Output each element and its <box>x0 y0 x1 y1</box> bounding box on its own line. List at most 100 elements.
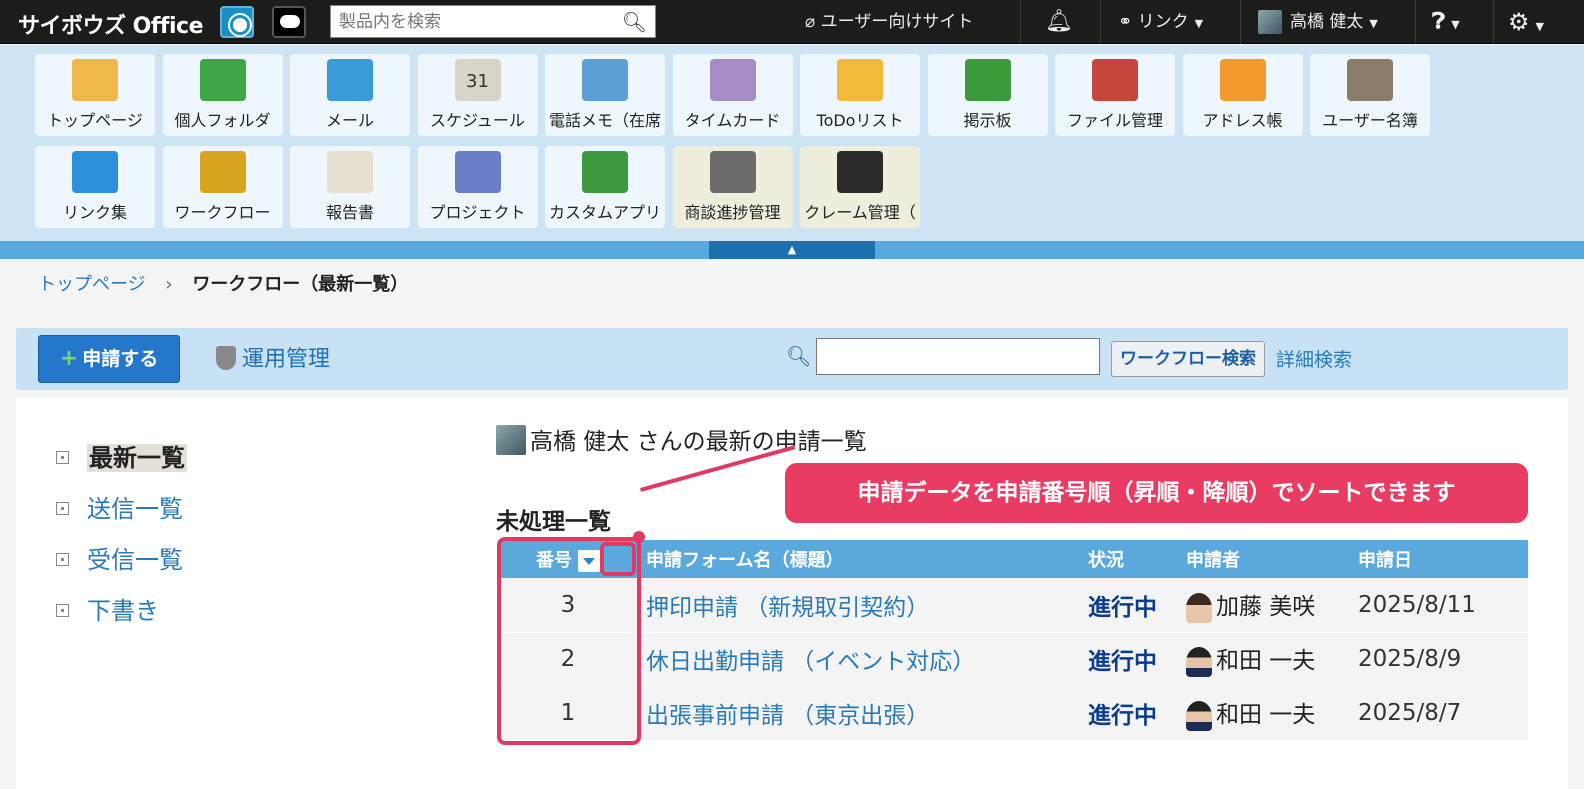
link-menu-label: リンク <box>1137 12 1189 32</box>
apply-button[interactable]: + 申請する <box>38 335 180 383</box>
callout-dot <box>633 531 645 543</box>
bell-icon[interactable]: 🔔︎ <box>1045 0 1073 44</box>
search-icon: 🔍︎ <box>786 344 812 368</box>
app-tile-label: 個人フォルダ <box>174 111 271 130</box>
applicant-name: 加藤 美咲 <box>1216 594 1316 620</box>
sidebar-item-received[interactable]: 受信一覧 <box>56 540 183 575</box>
user-site-label: ユーザー向けサイト <box>820 12 974 32</box>
request-table: 番号 申請フォーム名（標題） 状況 申請者 申請日 3 押印申請 （新規取引契約… <box>498 540 1528 741</box>
column-status: 状況 <box>1080 540 1178 578</box>
bullet-icon <box>56 451 69 464</box>
user-name: 高橋 健太 <box>1290 12 1364 32</box>
app-tile-blocks[interactable]: カスタムアプリ <box>545 146 665 228</box>
avatar <box>1258 10 1282 34</box>
workflow-search-input[interactable] <box>816 338 1100 375</box>
todo-icon <box>837 59 883 101</box>
app-tile-headset[interactable]: クレーム管理（ <box>800 146 920 228</box>
phone-icon <box>582 59 628 101</box>
userbook-icon <box>1347 59 1393 101</box>
chevron-down-icon: ▼ <box>1535 20 1544 33</box>
sidebar-item-latest[interactable]: 最新一覧 <box>56 438 187 473</box>
bullet-icon <box>56 553 69 566</box>
app-tile-label: クレーム管理（ <box>804 203 916 222</box>
app-tile-stamp[interactable]: ワークフロー <box>162 146 283 228</box>
app-tile-project[interactable]: プロジェクト <box>417 146 538 228</box>
ring-icon[interactable] <box>220 6 254 38</box>
cloud-icon[interactable] <box>272 6 306 38</box>
column-applicant: 申請者 <box>1178 540 1350 578</box>
app-tile-todo[interactable]: ToDoリスト <box>800 54 920 136</box>
chain-icon: ⚭ <box>1118 12 1133 32</box>
row-form-link[interactable]: 出張事前申請 （東京出張） <box>638 686 1080 741</box>
app-tile-addressbook[interactable]: アドレス帳 <box>1182 54 1303 136</box>
app-tile-mail[interactable]: メール <box>290 54 410 136</box>
sidebar-item-sent[interactable]: 送信一覧 <box>56 489 183 524</box>
app-tile-binder[interactable]: ファイル管理 <box>1055 54 1175 136</box>
collapse-button[interactable]: ▲ <box>709 241 875 259</box>
folder-icon <box>199 59 246 101</box>
addressbook-icon <box>1219 59 1266 101</box>
row-date: 2025/8/7 <box>1350 686 1528 741</box>
avatar <box>1186 592 1212 623</box>
row-date: 2025/8/11 <box>1350 578 1528 633</box>
search-icon[interactable]: 🔍︎ <box>622 10 647 34</box>
timecard-icon <box>709 59 756 101</box>
applicant-name: 和田 一夫 <box>1216 702 1316 729</box>
list-title-text: 高橋 健太 さんの最新の申請一覧 <box>530 429 867 455</box>
admin-label: 運用管理 <box>242 347 331 372</box>
callout-bubble: 申請データを申請番号順（昇順・降順）でソートできます <box>785 463 1528 523</box>
app-tile-label: メール <box>325 111 374 130</box>
table-row: 3 押印申請 （新規取引契約） 進行中 加藤 美咲 2025/8/11 <box>498 578 1528 633</box>
app-tile-userbook[interactable]: ユーザー名簿 <box>1310 54 1430 136</box>
avatar <box>1186 646 1212 677</box>
chevron-down-icon: ▼ <box>1451 18 1460 31</box>
breadcrumb-home[interactable]: トップページ <box>38 274 146 295</box>
plus-icon: + <box>59 346 79 371</box>
user-site-link[interactable]: ⌀ ユーザー向けサイト <box>805 0 973 44</box>
brand-logo[interactable]: サイボウズ Office <box>18 8 204 40</box>
admin-link[interactable]: 運用管理 <box>216 341 330 373</box>
house-icon <box>72 59 118 101</box>
column-form: 申請フォーム名（標題） <box>638 540 1080 578</box>
row-form-link[interactable]: 押印申請 （新規取引契約） <box>638 578 1080 633</box>
product-search: 🔍︎ <box>330 5 656 38</box>
table-header: 番号 申請フォーム名（標題） 状況 申請者 申請日 <box>498 540 1528 578</box>
app-tile-label: 報告書 <box>325 203 374 222</box>
app-tile-label: ToDoリスト <box>816 111 904 130</box>
app-tile-phone[interactable]: 電話メモ（在席 <box>545 54 665 136</box>
row-form-link[interactable]: 休日出勤申請 （イベント対応） <box>638 632 1080 687</box>
board-icon <box>964 59 1011 101</box>
app-tile-timecard[interactable]: タイムカード <box>672 54 793 136</box>
product-search-input[interactable] <box>331 6 611 37</box>
app-tile-report[interactable]: 報告書 <box>290 146 410 228</box>
app-tile-label: タイムカード <box>684 111 781 130</box>
bullet-icon <box>56 604 69 617</box>
breadcrumb-current: ワークフロー（最新一覧） <box>192 274 409 295</box>
app-tile-briefcase[interactable]: 商談進捗管理 <box>672 146 793 228</box>
column-date: 申請日 <box>1350 540 1528 578</box>
workflow-search-button[interactable]: ワークフロー検索 <box>1111 341 1265 377</box>
applicant-name: 和田 一夫 <box>1216 648 1316 675</box>
section-title: 未処理一覧 <box>496 509 611 535</box>
link-menu[interactable]: ⚭ リンク ▼ <box>1118 0 1203 44</box>
row-applicant: 和田 一夫 <box>1178 632 1350 687</box>
gear-icon[interactable]: ⚙︎ ▼ <box>1508 0 1544 44</box>
app-tile-label: 掲示板 <box>963 111 1012 130</box>
app-tile-folder[interactable]: 個人フォルダ <box>162 54 283 136</box>
breadcrumb: トップページ › ワークフロー（最新一覧） <box>38 270 408 296</box>
row-status: 進行中 <box>1080 632 1178 687</box>
app-tile-house[interactable]: トップページ <box>35 54 155 136</box>
app-tile-calendar[interactable]: 31 スケジュール <box>417 54 538 136</box>
help-icon[interactable]: ❓︎ ▼ <box>1432 0 1460 44</box>
row-status: 進行中 <box>1080 578 1178 633</box>
chevron-down-icon: ▼ <box>1194 17 1204 30</box>
app-tile-globe[interactable]: リンク集 <box>35 146 155 228</box>
chevron-right-icon: › <box>165 274 173 295</box>
user-menu[interactable]: 高橋 健太 ▼ <box>1258 0 1378 44</box>
detail-search-link[interactable]: 詳細検索 <box>1276 345 1352 372</box>
app-tile-label: ファイル管理 <box>1066 111 1163 130</box>
app-tile-label: トップページ <box>47 111 143 130</box>
sidebar-item-drafts[interactable]: 下書き <box>56 591 159 626</box>
binder-icon <box>1092 59 1138 101</box>
app-tile-board[interactable]: 掲示板 <box>927 54 1048 136</box>
